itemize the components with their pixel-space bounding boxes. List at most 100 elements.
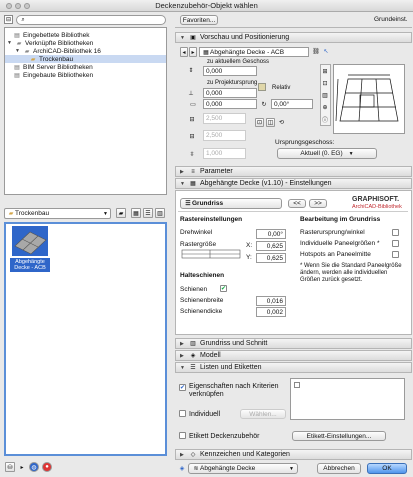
- next-page-button[interactable]: >>: [309, 199, 327, 208]
- tree-item-linked[interactable]: ▼ ▰ Verknüpfte Bibliotheken: [7, 39, 166, 47]
- tree-item-label: BIM Server Bibliotheken: [23, 63, 93, 71]
- search-field[interactable]: ⌕: [16, 15, 166, 25]
- to-story-input[interactable]: 0,000: [203, 66, 257, 76]
- floorplan-view-icon[interactable]: ⊞: [321, 67, 329, 75]
- rail-width-input[interactable]: 0,016: [256, 296, 286, 306]
- color-swatch[interactable]: [258, 83, 266, 91]
- section-title: Listen und Etiketten: [200, 364, 262, 371]
- rotation-input[interactable]: 0,00°: [256, 229, 286, 239]
- height-input[interactable]: 0,000: [203, 99, 257, 109]
- model-icon: ◈: [190, 353, 196, 359]
- 3d-view-icon[interactable]: ⊡: [321, 79, 329, 87]
- folder-select[interactable]: ▰ Trockenbau ▼: [4, 208, 111, 219]
- list-view-icon[interactable]: ☰: [143, 208, 153, 218]
- height-dim-input[interactable]: 1,000: [203, 148, 246, 159]
- list-icon: ☰: [185, 201, 191, 207]
- tag-checkbox[interactable]: [179, 432, 186, 439]
- rotation-icon: ↻: [261, 101, 267, 108]
- tree-item-builtin[interactable]: ▤ Eingebaute Bibliotheken: [13, 71, 166, 79]
- origin-story-select[interactable]: Aktuell (0. EG) ▼: [277, 148, 377, 159]
- rails-checkbox[interactable]: ✔: [220, 285, 227, 292]
- ok-button[interactable]: OK: [367, 463, 407, 474]
- disclosure-open-icon: ▼: [180, 180, 185, 187]
- collapse-icon[interactable]: ⊟: [4, 15, 13, 24]
- arrow-icon[interactable]: ▸: [17, 462, 27, 472]
- section-params-header[interactable]: ▶ ≡ Parameter: [175, 166, 412, 177]
- rail-thickness-input[interactable]: 0,002: [256, 307, 286, 317]
- width-a-input[interactable]: 2,500: [203, 113, 246, 124]
- prev-object-button[interactable]: ◂: [180, 47, 188, 57]
- individual-checkbox[interactable]: [179, 410, 186, 417]
- grid-y-input[interactable]: 0,625: [256, 253, 286, 263]
- search-input[interactable]: [27, 17, 147, 23]
- tree-item-embedded[interactable]: ▤ Eingebettete Bibliothek: [13, 31, 166, 39]
- reset-icon[interactable]: ⟲: [277, 118, 286, 127]
- anchor-icon[interactable]: ⊡: [255, 118, 264, 127]
- tag-settings-button[interactable]: Etikett-Einstellungen...: [292, 431, 386, 441]
- section-model-header[interactable]: ▶ ◈ Modell: [175, 350, 412, 361]
- section-settings-header[interactable]: ▼ ▦ Abgehängte Decke (v1.10) - Einstellu…: [175, 178, 412, 189]
- criteria-list[interactable]: [290, 378, 405, 420]
- to-story-label: zu aktuellem Geschoss: [207, 59, 270, 65]
- favorites-button[interactable]: Favoriten...: [180, 15, 218, 25]
- section-title: Kennzeichen und Kategorien: [200, 451, 290, 458]
- section-tags-header[interactable]: ▶ ◇ Kennzeichen und Kategorien: [175, 449, 412, 460]
- layer-select[interactable]: ≋ Abgehängte Decke ▼: [188, 463, 298, 474]
- tree-item-archicad[interactable]: ▼ ▰ ArchiCAD-Bibliothek 16: [15, 47, 166, 55]
- projection-origin-icon: ⊥: [188, 90, 194, 97]
- height-icon: ▭: [190, 101, 196, 108]
- elevation-view-icon[interactable]: ⊕: [321, 103, 329, 111]
- angle-input[interactable]: 0,00°: [271, 99, 313, 109]
- origin-story-label: Ursprungsgeschoss:: [275, 139, 335, 146]
- tree-item-trockenbau[interactable]: ▰ Trockenbau: [5, 55, 166, 63]
- library-brand-label: ArchiCAD-Bibliothek: [352, 204, 402, 210]
- choose-button[interactable]: Wählen...: [240, 409, 286, 419]
- edit-option-1-checkbox[interactable]: [392, 229, 399, 236]
- stop-icon[interactable]: ●: [42, 462, 52, 472]
- prev-page-button[interactable]: <<: [288, 199, 306, 208]
- detail-view-icon[interactable]: ▥: [155, 208, 165, 218]
- width-a-icon: ⊟: [189, 116, 195, 123]
- section-listing-header[interactable]: ▼ ☰ Listen und Etiketten: [175, 362, 412, 373]
- edit-option-3-checkbox[interactable]: [392, 251, 399, 258]
- cancel-button[interactable]: Abbrechen: [317, 463, 361, 474]
- disclosure-open-icon[interactable]: ▼: [7, 40, 13, 46]
- minimize-window-button[interactable]: [15, 3, 21, 9]
- disclosure-open-icon[interactable]: ▼: [15, 48, 21, 54]
- object-tile[interactable]: Abgehängte Decke - ACB: [10, 226, 50, 274]
- info-view-icon[interactable]: ⓘ: [321, 115, 329, 124]
- chevron-down-icon: ▼: [289, 465, 294, 472]
- globe-icon[interactable]: ◍: [29, 462, 39, 472]
- rails-label: Schienen: [180, 286, 208, 293]
- parameters-icon: ≡: [191, 168, 195, 175]
- close-window-button[interactable]: [6, 3, 12, 9]
- grid-x-input[interactable]: 0,625: [256, 241, 286, 251]
- folder-up-icon[interactable]: ▰: [116, 208, 126, 218]
- to-projection-label: zu Projektursprung: [207, 80, 258, 86]
- width-b-input[interactable]: 2,500: [203, 130, 246, 141]
- section-title: Abgehängte Decke (v1.10) - Einstellungen: [200, 180, 332, 187]
- library-tree: ▤ Eingebettete Bibliothek ▼ ▰ Verknüpfte Bi…: [4, 27, 167, 195]
- tree-item-bimserver[interactable]: ▤ BIM Server Bibliotheken: [13, 63, 166, 71]
- divider: [175, 27, 412, 28]
- object-name-value: Abgehängte Decke - ACB: [210, 48, 285, 56]
- library-icon: ▤: [14, 32, 20, 39]
- grid-size-diagram: [181, 249, 241, 259]
- edit-option-2-checkbox[interactable]: [392, 240, 399, 247]
- criteria-checkbox[interactable]: ✔: [179, 384, 186, 391]
- grid-view-icon[interactable]: ▦: [131, 208, 141, 218]
- next-object-button[interactable]: ▸: [189, 47, 197, 57]
- divider: [178, 211, 408, 212]
- section-preview-header[interactable]: ▼ ▣ Vorschau und Positionierung: [175, 32, 412, 43]
- to-projection-input[interactable]: 0,000: [203, 88, 257, 98]
- section-floorplan-header[interactable]: ▶ ▥ Grundriss und Schnitt: [175, 338, 412, 349]
- object-name-field[interactable]: ▦ Abgehängte Decke - ACB: [199, 47, 309, 57]
- ceiling-preview-image: [335, 74, 399, 122]
- window-titlebar: Deckenzubehör-Objekt wählen: [0, 0, 413, 12]
- mirror-icon[interactable]: ◫: [266, 118, 275, 127]
- page-select[interactable]: ☰ Grundriss: [180, 198, 282, 209]
- window-controls: [6, 3, 30, 9]
- zoom-window-button[interactable]: [24, 3, 30, 9]
- library-manager-icon[interactable]: ⛁: [5, 462, 15, 472]
- section-view-icon[interactable]: ▥: [321, 91, 329, 99]
